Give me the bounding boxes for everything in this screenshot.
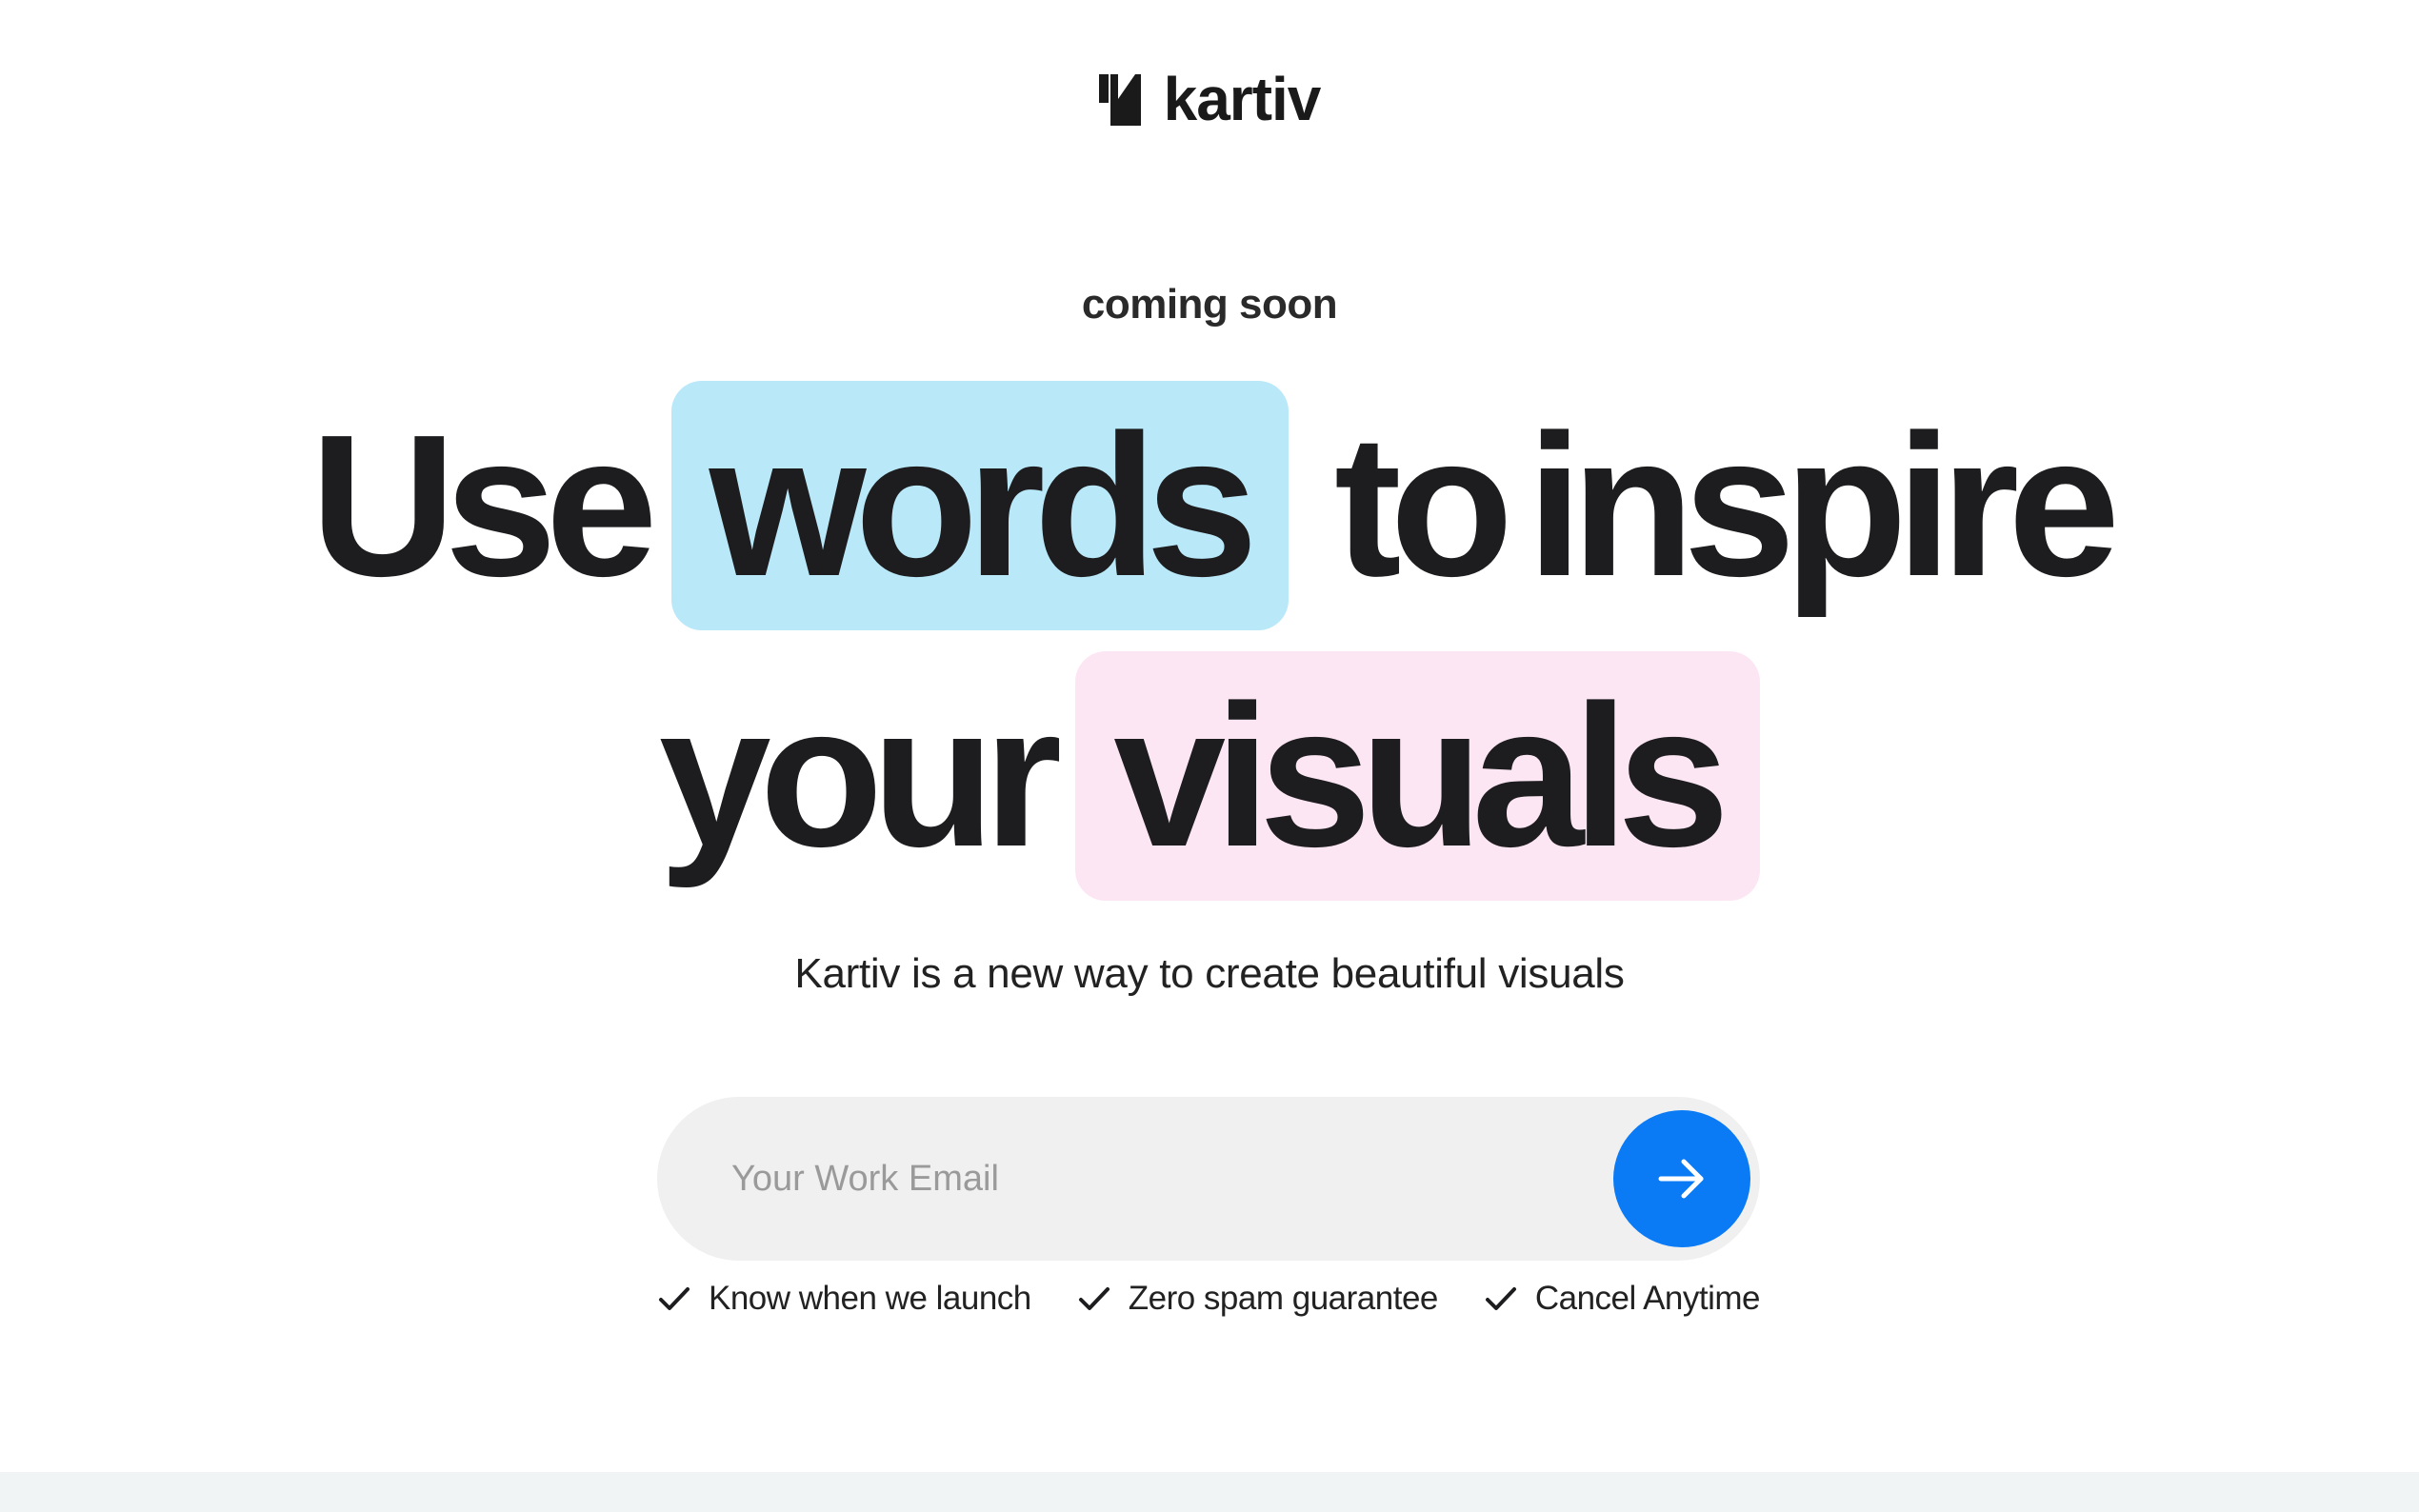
headline-highlight-words: words (670, 381, 1289, 630)
hero-subtitle: Kartiv is a new way to create beautiful … (794, 950, 1625, 997)
benefit-label: Zero spam guarantee (1128, 1280, 1439, 1317)
email-signup-form (657, 1097, 1760, 1261)
check-icon (1078, 1287, 1110, 1310)
check-icon (659, 1287, 690, 1310)
submit-email-button[interactable] (1613, 1110, 1750, 1247)
headline-word-use: Use (310, 392, 658, 618)
check-icon (1485, 1287, 1516, 1310)
headline-word-inspire: inspire (1527, 392, 2120, 618)
benefit-item: Know when we launch (657, 1280, 1031, 1318)
work-email-input[interactable] (731, 1097, 1589, 1261)
benefit-item: Cancel Anytime (1484, 1280, 1761, 1318)
headline-line-2: your visuals (0, 651, 2419, 901)
benefit-item: Zero spam guarantee (1077, 1280, 1438, 1318)
headline-line-1: Use words to inspire (0, 381, 2419, 630)
footer-band (0, 1472, 2419, 1512)
coming-soon-label: coming soon (1081, 281, 1338, 328)
arrow-right-icon (1658, 1159, 1704, 1199)
benefits-list: Know when we launch Zero spam guarantee … (657, 1280, 1761, 1318)
headline-word-your: your (658, 663, 1062, 888)
brand-name: kartiv (1163, 65, 1322, 133)
headline-word-to: to (1334, 392, 1513, 618)
kartiv-logomark-icon (1098, 74, 1141, 126)
benefit-label: Know when we launch (709, 1280, 1031, 1317)
brand-logo[interactable]: kartiv (0, 69, 2419, 129)
headline-highlight-visuals: visuals (1075, 651, 1761, 901)
landing-page: kartiv coming soon Use words to inspire … (0, 0, 2419, 1472)
benefit-label: Cancel Anytime (1534, 1280, 1761, 1317)
